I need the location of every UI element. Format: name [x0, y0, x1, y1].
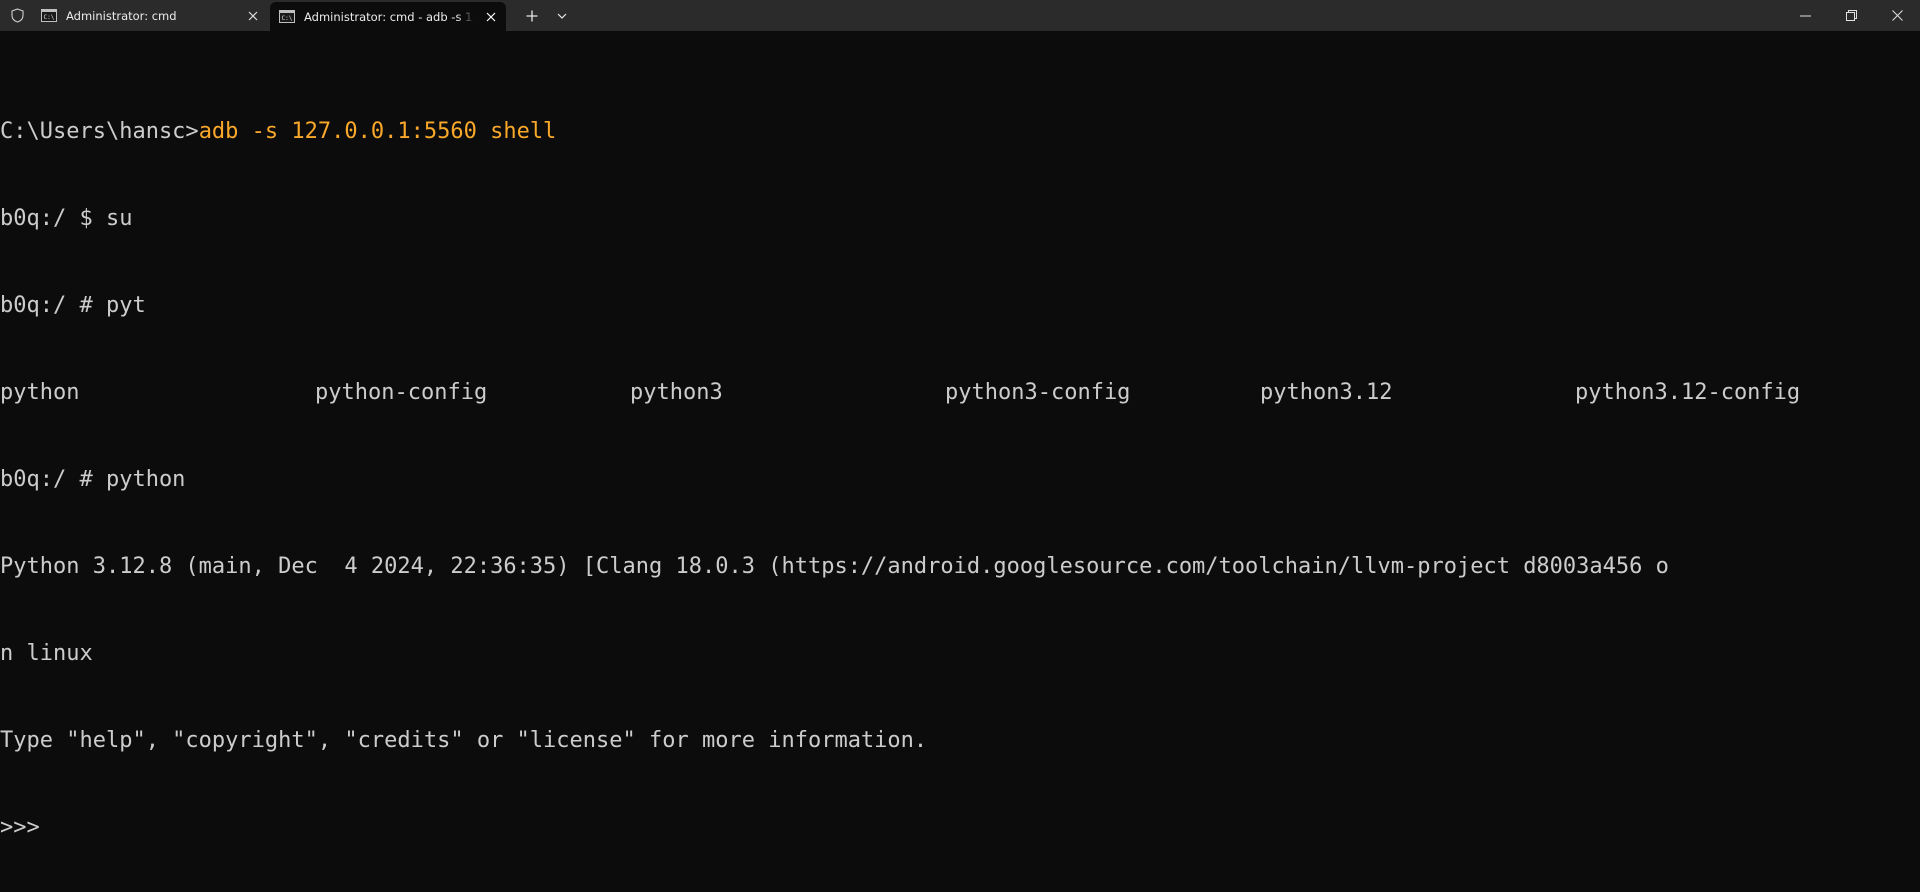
- close-tab-icon[interactable]: [244, 7, 262, 25]
- title-bar: C:\ Administrator: cmd C:\ Administrator…: [0, 0, 1920, 31]
- maximize-button[interactable]: [1828, 0, 1874, 31]
- svg-text:C:\: C:\: [44, 14, 55, 21]
- python-banner: n linux: [0, 641, 93, 666]
- python-banner: Type "help", "copyright", "credits" or "…: [0, 728, 928, 753]
- tab-label: Administrator: cmd: [66, 8, 177, 23]
- cmd-icon: C:\: [279, 10, 295, 23]
- tab-dropdown-button[interactable]: [550, 0, 574, 31]
- tab-administrator-cmd[interactable]: C:\ Administrator: cmd: [32, 0, 268, 31]
- chevron-down-icon: [557, 13, 567, 19]
- terminal-output: C:\Users\hansc>adb -s 127.0.0.1:5560 she…: [0, 59, 1800, 892]
- svg-text:C:\: C:\: [282, 15, 293, 22]
- close-tab-icon[interactable]: [482, 8, 500, 26]
- prompt: C:\Users\hansc>: [0, 119, 199, 144]
- close-window-button[interactable]: [1874, 0, 1920, 31]
- terminal-line: C:\Users\hansc>adb -s 127.0.0.1:5560 she…: [0, 117, 1669, 146]
- terminal-pane[interactable]: C:\Users\hansc>adb -s 127.0.0.1:5560 she…: [0, 31, 1920, 840]
- completion-item: python3.12-config: [1575, 380, 1801, 405]
- completion-item: python3.12: [1260, 380, 1393, 405]
- completion-item: python3: [630, 380, 723, 405]
- terminal-line: b0q:/ $ su: [0, 206, 133, 231]
- close-icon: [1891, 10, 1903, 21]
- adb-command: adb -s 127.0.0.1:5560 shell: [198, 119, 557, 144]
- plus-icon: [526, 10, 538, 21]
- terminal-line: b0q:/ # python: [0, 467, 186, 492]
- completion-item: python: [0, 380, 80, 405]
- python-prompt: >>>: [0, 815, 53, 840]
- maximize-icon: [1845, 10, 1857, 21]
- minimize-button[interactable]: [1782, 0, 1828, 31]
- completion-list: python python-config python3 python3-con…: [0, 378, 1800, 407]
- shield-icon: [6, 0, 28, 31]
- tab-label: Administrator: cmd - adb -s 127.0.0.1:55…: [304, 9, 474, 24]
- new-tab-button[interactable]: [520, 0, 544, 31]
- python-banner: Python 3.12.8 (main, Dec 4 2024, 22:36:3…: [0, 554, 1669, 579]
- cmd-icon: C:\: [41, 9, 57, 22]
- terminal-line: b0q:/ # pyt: [0, 293, 146, 318]
- completion-item: python3-config: [945, 380, 1131, 405]
- completion-item: python-config: [315, 380, 488, 405]
- minimize-icon: [1799, 15, 1811, 16]
- tab-administrator-cmd-adb[interactable]: C:\ Administrator: cmd - adb -s 127.0.0.…: [270, 2, 506, 31]
